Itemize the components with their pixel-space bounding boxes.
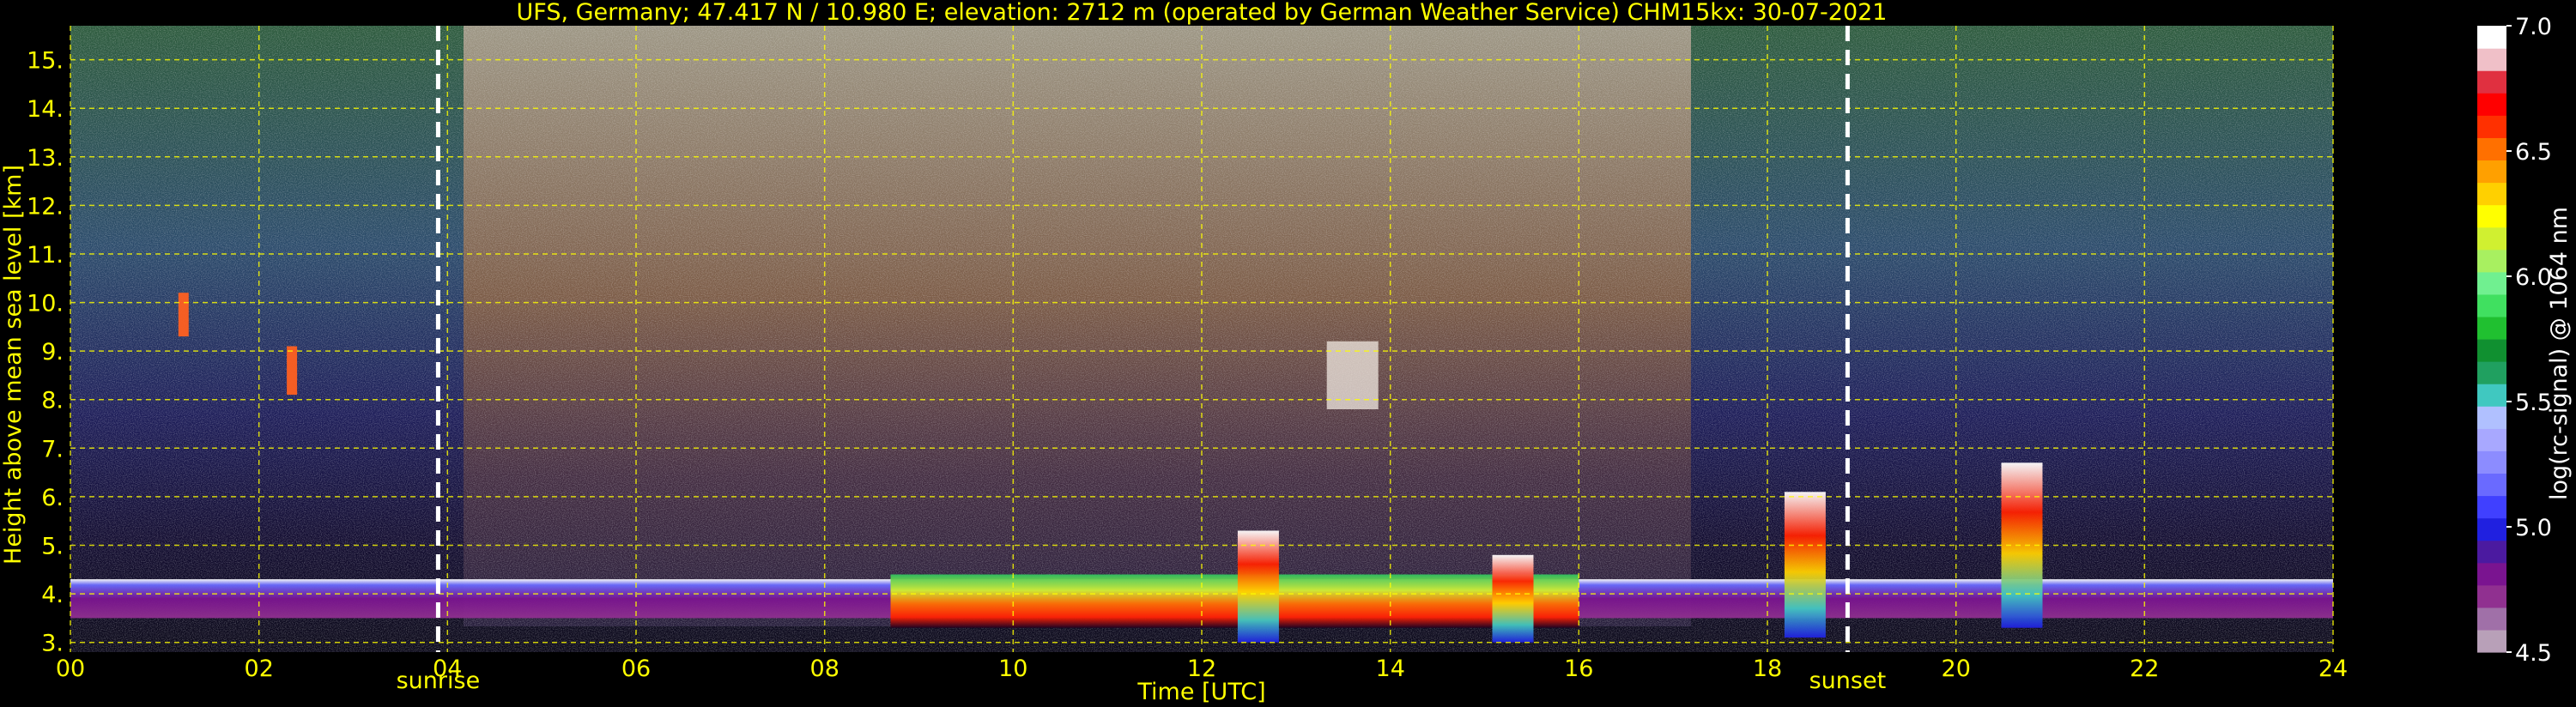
y-tick-label: 14. (27, 96, 64, 123)
colorbar-tick-label: 7.0 (2515, 14, 2552, 40)
colorbar-segment (2477, 473, 2506, 497)
x-tick-label: 02 (245, 656, 274, 682)
y-tick-label: 4. (41, 582, 64, 608)
colorbar-segment (2477, 182, 2506, 206)
y-tick-label: 6. (41, 485, 64, 511)
y-tick-label: 9. (41, 339, 64, 366)
colorbar-tick-label: 6.5 (2515, 139, 2552, 166)
x-tick-label: 00 (56, 656, 85, 682)
y-tick-label: 3. (41, 631, 64, 657)
y-tick-label: 15. (27, 48, 64, 75)
colorbar-segment (2477, 204, 2506, 228)
y-tick-label: 12. (27, 193, 64, 220)
feature-high-signal-band-1 (890, 574, 1579, 628)
y-tick-label: 8. (41, 388, 64, 414)
feature-elevated-layer-7 (178, 293, 189, 337)
colorbar-tick-label: 4.5 (2515, 640, 2552, 667)
colorbar-segment (2477, 26, 2506, 49)
colorbar-segment (2477, 495, 2506, 519)
colorbar-segment (2477, 517, 2506, 541)
colorbar-segment (2477, 450, 2506, 474)
x-tick-label: 18 (1753, 656, 1782, 682)
feature-cirrus-6 (1326, 341, 1379, 409)
x-tick-label: 04 (433, 656, 462, 682)
colorbar-segment (2477, 540, 2506, 564)
colorbar-segment (2477, 271, 2506, 295)
x-tick-label: 08 (810, 656, 839, 682)
y-tick-label: 11. (27, 242, 64, 269)
y-tick-label: 10. (27, 291, 64, 317)
x-tick-label: 14 (1376, 656, 1405, 682)
colorbar-segment (2477, 607, 2506, 631)
colorbar-segment (2477, 160, 2506, 184)
colorbar-segment (2477, 115, 2506, 138)
colorbar-segment (2477, 137, 2506, 161)
y-axis-label: Height above mean sea level [km] (0, 165, 27, 565)
colorbar-segment (2477, 70, 2506, 94)
colorbar-segment (2477, 562, 2506, 586)
y-tick-labels: 3. 4. 5. 6. 7. 8. 9. 10. 11. 12. 13. 14. 15. (27, 48, 64, 657)
colorbar-segment (2477, 93, 2506, 116)
feature-cloud-4 (1784, 492, 1826, 638)
colorbar-segment (2477, 249, 2506, 273)
colorbar-segment (2477, 227, 2506, 251)
y-tick-label: 5. (41, 534, 64, 560)
colorbar-segment (2477, 406, 2506, 429)
y-tick-label: 13. (27, 145, 64, 172)
sunset-label: sunset (1809, 668, 1887, 694)
ceilometer-chart: sunrise sunset 00 02 04 06 08 10 12 14 16 18 20 22 24… (0, 0, 2573, 705)
x-tick-label: 10 (998, 656, 1027, 682)
x-tick-label: 20 (1942, 656, 1971, 682)
colorbar-segment (2477, 361, 2506, 384)
colorbar: 4.55.05.56.06.57.0 (2477, 14, 2552, 667)
colorbar-segment (2477, 48, 2506, 71)
colorbar-segment (2477, 293, 2506, 317)
colorbar-label: log(rc-signal) @ 1064 nm (2546, 207, 2573, 500)
x-tick-label: 22 (2130, 656, 2159, 682)
colorbar-tick-label: 5.0 (2515, 515, 2552, 541)
y-tick-label: 7. (41, 436, 64, 462)
colorbar-segment (2477, 316, 2506, 340)
feature-cloud-2 (1237, 530, 1279, 643)
feature-cloud-3 (1492, 554, 1534, 643)
colorbar-segment (2477, 428, 2506, 451)
colorbar-segment (2477, 339, 2506, 362)
colorbar-segment (2477, 584, 2506, 608)
colorbar-segment (2477, 384, 2506, 407)
x-axis-label: Time [UTC] (1136, 679, 1265, 705)
x-tick-label: 16 (1564, 656, 1593, 682)
plot-area: sunrise sunset (70, 26, 2334, 694)
x-tick-label: 24 (2318, 656, 2348, 682)
chart-title: UFS, Germany; 47.417 N / 10.980 E; eleva… (517, 0, 1888, 26)
colorbar-segment (2477, 629, 2506, 653)
x-tick-label: 06 (621, 656, 651, 682)
feature-elevated-layer-8 (287, 346, 298, 396)
